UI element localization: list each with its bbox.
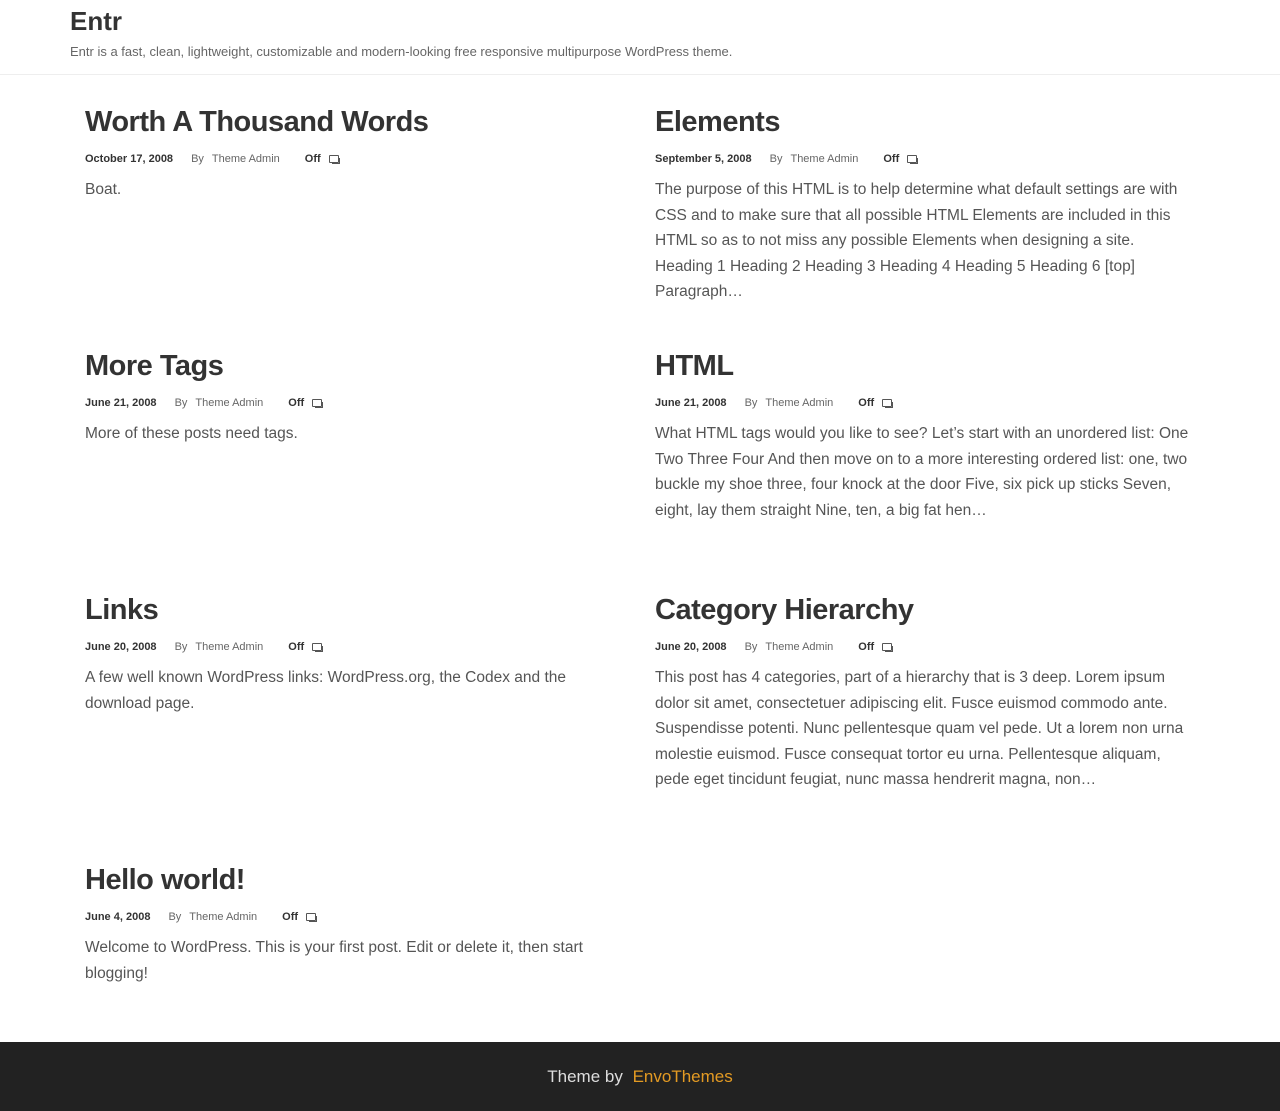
post-by-label: By	[174, 397, 188, 409]
comments-icon	[328, 154, 340, 164]
post-card: More Tags June 21, 2008 By Theme Admin O…	[85, 348, 625, 447]
post-card: Links June 20, 2008 By Theme Admin Off A…	[85, 592, 625, 716]
comments-icon	[882, 642, 894, 652]
post-meta: September 5, 2008 By Theme Admin Off	[655, 152, 1195, 166]
post-card: Elements September 5, 2008 By Theme Admi…	[655, 104, 1195, 305]
comments-icon	[306, 912, 318, 922]
post-comments-status: Off	[858, 397, 875, 409]
post-comments-status: Off	[858, 641, 875, 653]
site-header: Entr Entr is a fast, clean, lightweight,…	[0, 0, 1280, 75]
post-excerpt: Welcome to WordPress. This is your first…	[85, 939, 583, 982]
post-excerpt: A few well known WordPress links: WordPr…	[85, 669, 567, 712]
post-author-link[interactable]: Theme Admin	[189, 911, 257, 923]
post-author-link[interactable]: Theme Admin	[765, 397, 833, 409]
post-by-label: By	[168, 911, 182, 923]
post-author-link[interactable]: Theme Admin	[790, 153, 858, 165]
post-meta: June 21, 2008 By Theme Admin Off	[655, 396, 1195, 410]
post-card: Category Hierarchy June 20, 2008 By Them…	[655, 592, 1195, 793]
post-meta: June 20, 2008 By Theme Admin Off	[85, 640, 625, 654]
comments-icon	[312, 642, 324, 652]
post-title-link[interactable]: More Tags	[85, 348, 625, 384]
post-by-label: By	[191, 153, 204, 165]
post-meta: June 21, 2008 By Theme Admin Off	[85, 396, 625, 410]
post-excerpt: This post has 4 categories, part of a hi…	[655, 669, 1184, 789]
post-excerpt: The purpose of this HTML is to help dete…	[655, 181, 1178, 301]
post-date[interactable]: June 20, 2008	[655, 641, 727, 653]
post-title-link[interactable]: Category Hierarchy	[655, 592, 1195, 628]
post-by-label: By	[174, 641, 188, 653]
post-card: Hello world! June 4, 2008 By Theme Admin…	[85, 862, 625, 986]
post-by-label: By	[769, 153, 783, 165]
post-card: Worth A Thousand Words October 17, 2008 …	[85, 104, 625, 203]
post-title-link[interactable]: Links	[85, 592, 625, 628]
post-date[interactable]: June 21, 2008	[655, 397, 727, 409]
post-date[interactable]: October 17, 2008	[85, 153, 173, 165]
post-author-link[interactable]: Theme Admin	[212, 153, 280, 165]
post-date[interactable]: June 4, 2008	[85, 911, 150, 923]
site-footer: Theme by EnvoThemes	[0, 1042, 1280, 1111]
post-meta: June 20, 2008 By Theme Admin Off	[655, 640, 1195, 654]
comments-icon	[882, 398, 894, 408]
post-meta: October 17, 2008 By Theme Admin Off	[85, 152, 625, 166]
post-title-link[interactable]: Worth A Thousand Words	[85, 104, 625, 140]
post-excerpt: What HTML tags would you like to see? Le…	[655, 425, 1189, 519]
post-comments-status: Off	[883, 153, 900, 165]
comments-icon	[907, 154, 919, 164]
post-author-link[interactable]: Theme Admin	[195, 397, 263, 409]
post-card: HTML June 21, 2008 By Theme Admin Off Wh…	[655, 348, 1195, 523]
post-date[interactable]: September 5, 2008	[655, 153, 752, 165]
site-title-link[interactable]: Entr	[70, 6, 122, 37]
post-comments-status: Off	[282, 911, 299, 923]
post-by-label: By	[744, 641, 758, 653]
post-meta: June 4, 2008 By Theme Admin Off	[85, 910, 625, 924]
envothemes-link[interactable]: EnvoThemes	[633, 1067, 733, 1086]
post-excerpt: Boat.	[85, 181, 122, 198]
post-title-link[interactable]: Elements	[655, 104, 1195, 140]
post-comments-status: Off	[288, 641, 305, 653]
post-by-label: By	[744, 397, 758, 409]
post-title-link[interactable]: HTML	[655, 348, 1195, 384]
post-excerpt: More of these posts need tags.	[85, 425, 298, 442]
site-description: Entr is a fast, clean, lightweight, cust…	[70, 44, 733, 59]
comments-icon	[312, 398, 324, 408]
post-date[interactable]: June 21, 2008	[85, 397, 157, 409]
post-author-link[interactable]: Theme Admin	[195, 641, 263, 653]
post-date[interactable]: June 20, 2008	[85, 641, 157, 653]
post-title-link[interactable]: Hello world!	[85, 862, 625, 898]
post-author-link[interactable]: Theme Admin	[765, 641, 833, 653]
post-comments-status: Off	[288, 397, 305, 409]
footer-credit-text: Theme by	[547, 1067, 623, 1086]
post-comments-status: Off	[304, 153, 321, 165]
